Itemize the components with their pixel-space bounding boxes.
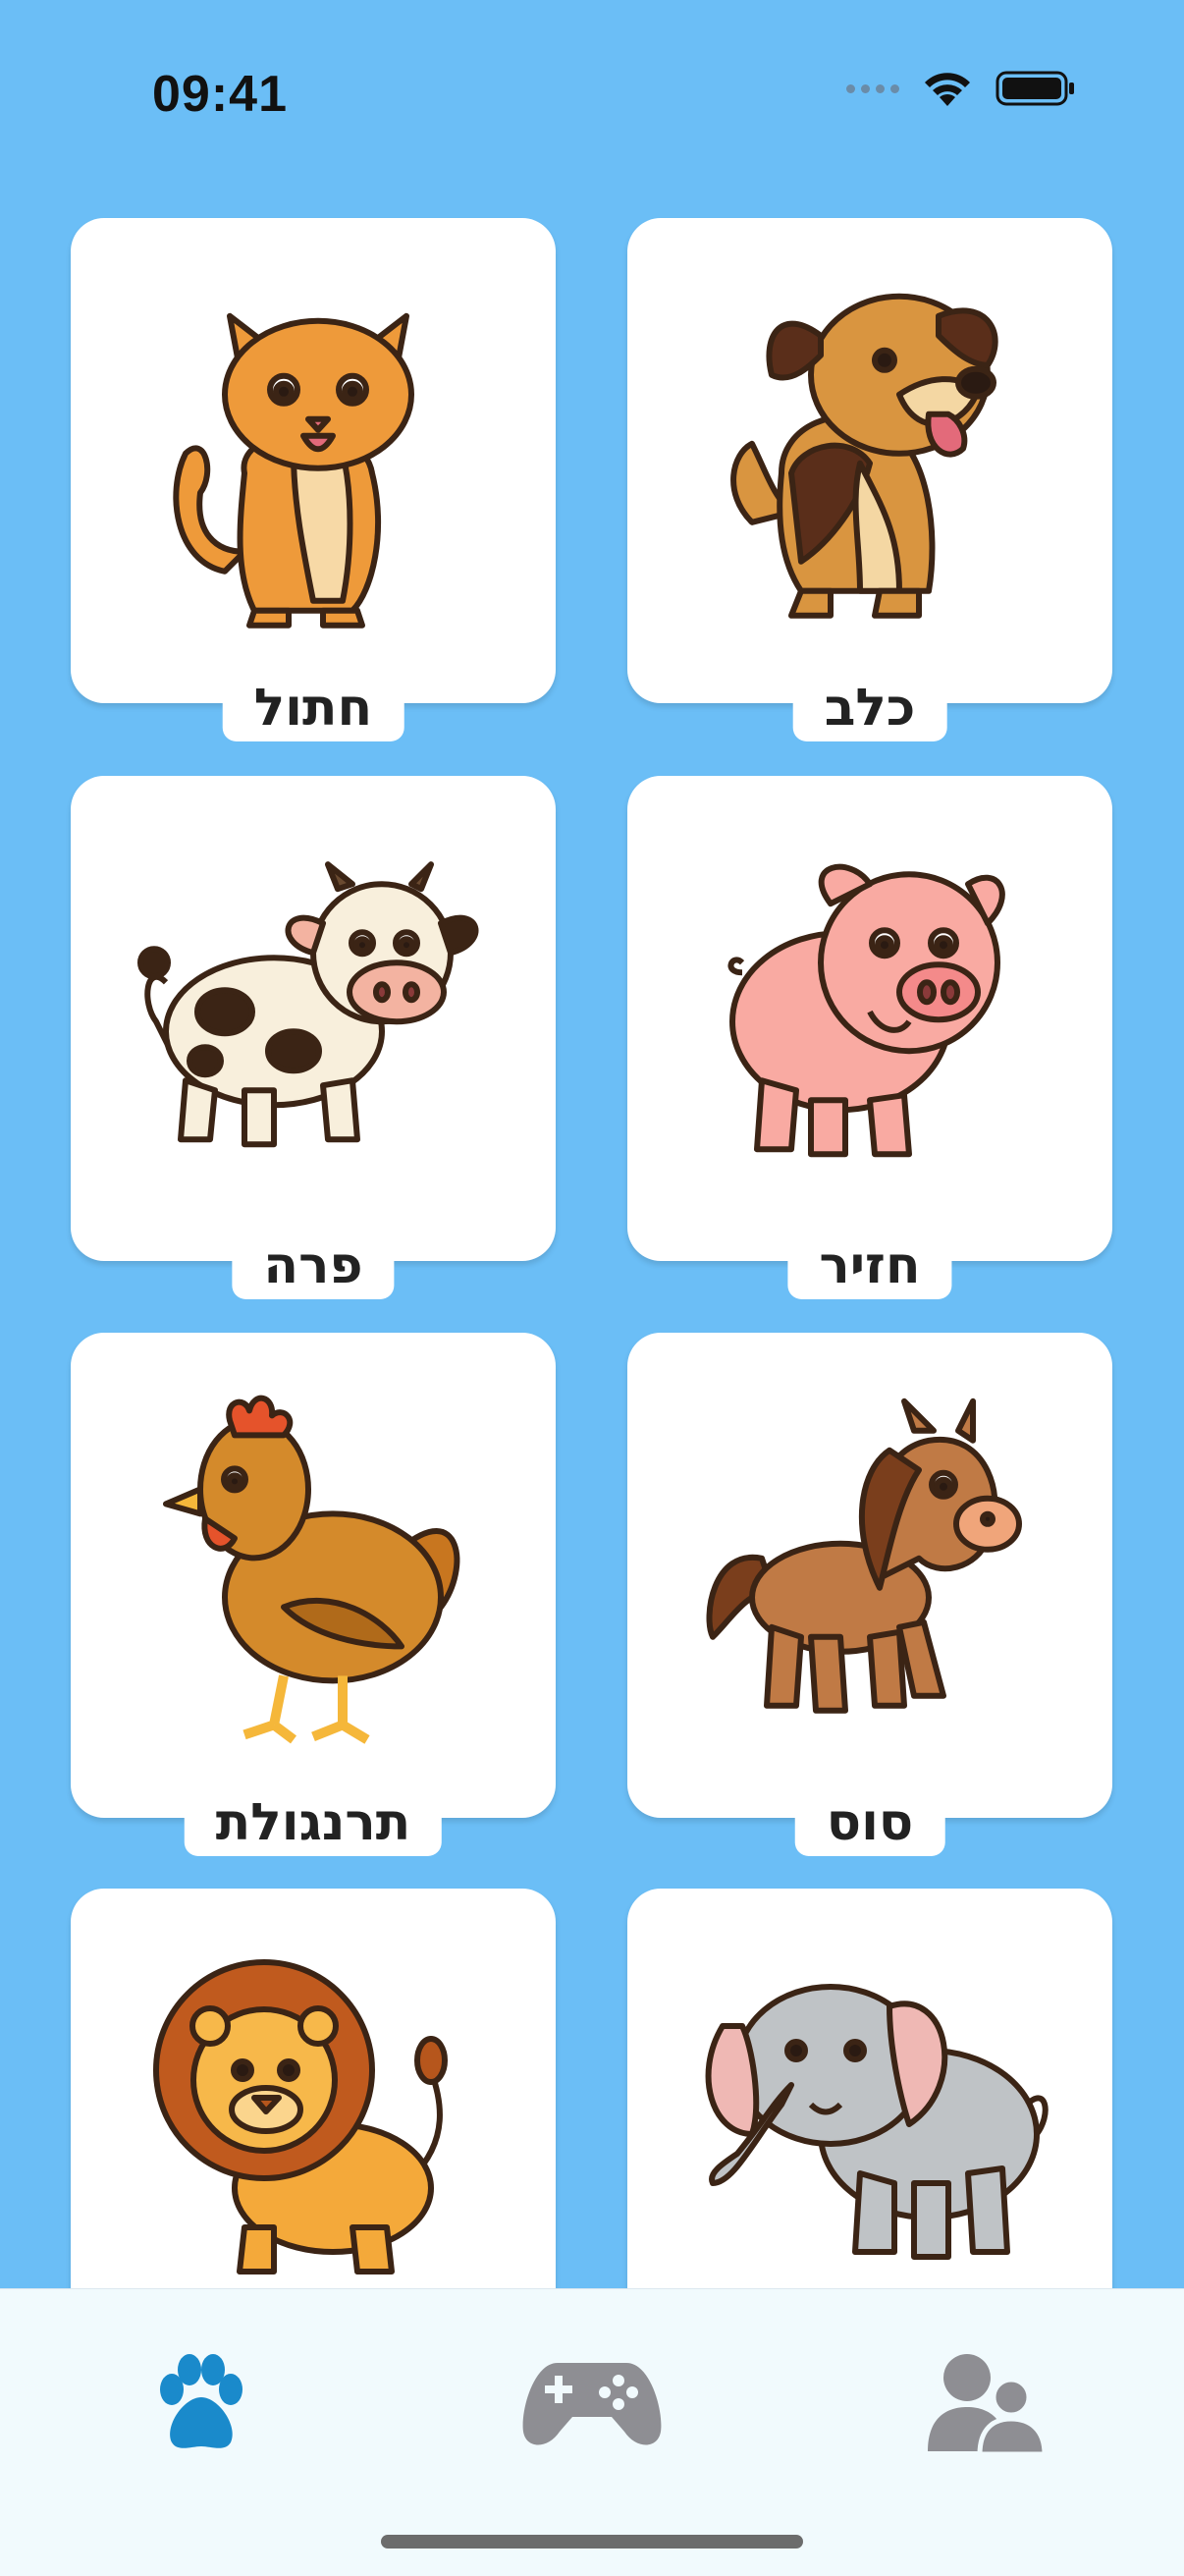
- animal-card-cat[interactable]: חתול: [71, 218, 556, 741]
- pig-icon: [727, 863, 1005, 1158]
- lion-icon: [153, 1959, 448, 2275]
- horse-icon: [706, 1398, 1022, 1714]
- gamepad-icon: [522, 2363, 662, 2445]
- animal-card-chicken[interactable]: תרנגולת: [71, 1333, 556, 1856]
- tab-animals[interactable]: [120, 2338, 277, 2466]
- animal-label: כלב: [792, 675, 947, 741]
- animal-label: חזיר: [787, 1233, 952, 1299]
- animal-card-horse[interactable]: סוס: [627, 1333, 1112, 1856]
- tab-bar: [0, 2288, 1184, 2576]
- animal-card-cow[interactable]: פרה: [71, 776, 556, 1299]
- chicken-icon: [163, 1395, 460, 1744]
- status-bar: 09:41: [0, 0, 1184, 196]
- animal-label: פרה: [232, 1233, 395, 1299]
- dog-icon: [730, 293, 998, 619]
- cat-icon: [173, 312, 414, 629]
- tab-games[interactable]: [513, 2338, 671, 2466]
- animal-card-elephant[interactable]: [627, 1889, 1112, 2301]
- tab-profile[interactable]: [908, 2338, 1065, 2466]
- paw-icon: [160, 2354, 242, 2448]
- animal-card-pig[interactable]: חזיר: [627, 776, 1112, 1299]
- profile-icon: [928, 2354, 1048, 2456]
- wifi-icon: [925, 73, 970, 106]
- battery-icon: [996, 71, 1074, 106]
- animal-card-dog[interactable]: כלב: [627, 218, 1112, 741]
- cellular-icon: [846, 83, 899, 93]
- elephant-icon: [705, 1984, 1049, 2260]
- cow-icon: [137, 861, 479, 1148]
- animal-label: חתול: [222, 675, 404, 741]
- animal-label: תרנגולת: [184, 1789, 443, 1856]
- animal-card-lion[interactable]: [71, 1889, 556, 2301]
- status-time: 09:41: [152, 66, 288, 123]
- home-indicator[interactable]: [381, 2535, 803, 2549]
- animal-label: סוס: [794, 1789, 945, 1856]
- status-icons: [846, 69, 1076, 108]
